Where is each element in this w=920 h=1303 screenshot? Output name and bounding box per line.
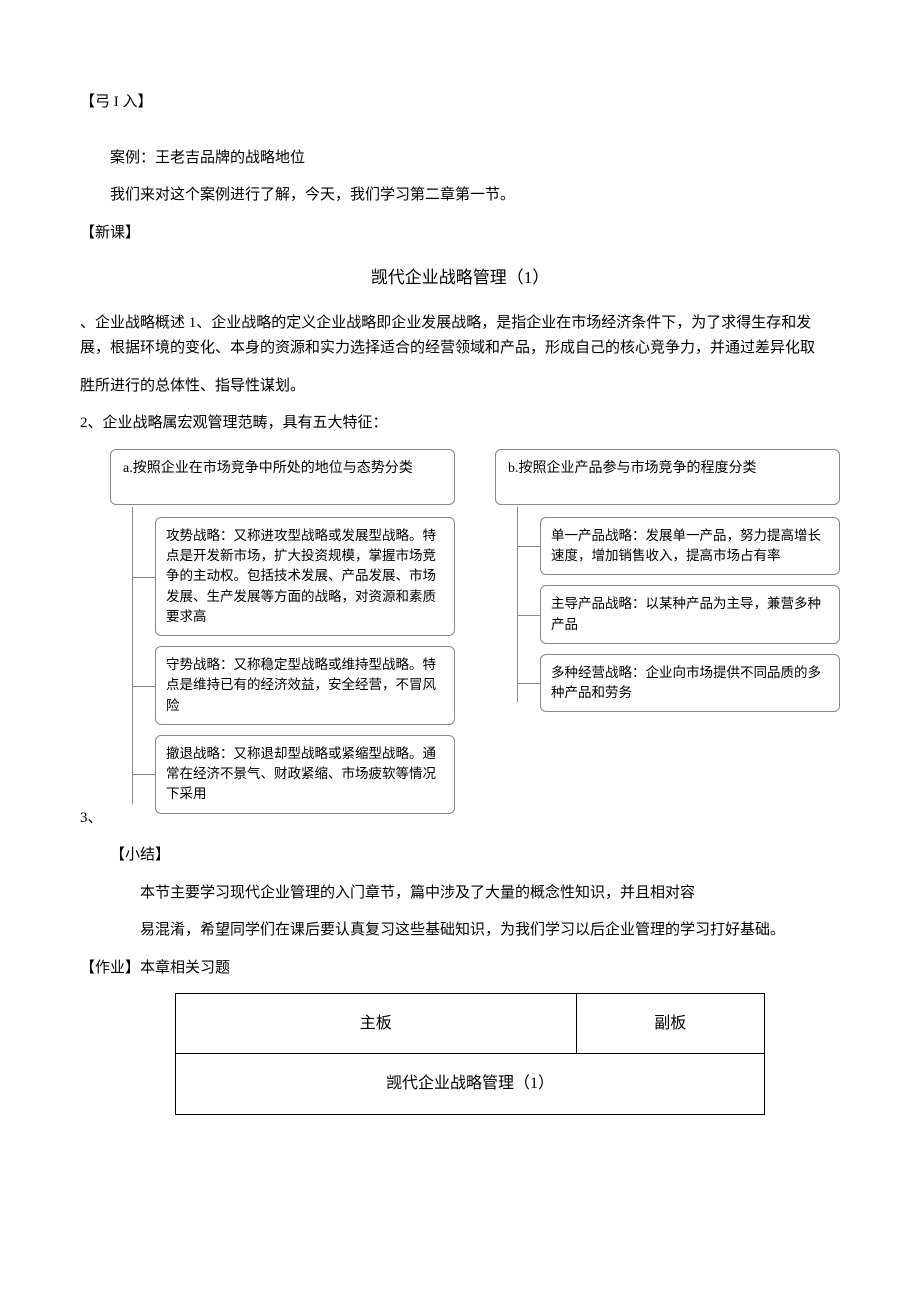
diagram-left-item: 撤退战略：又称退却型战略或紧缩型战略。通常在经济不景气、财政紧缩、市场疲软等情况… xyxy=(155,735,455,814)
diagram-left-item: 攻势战略：又称进攻型战略或发展型战略。特点是开发新市场，扩大投资规模，掌握市场竞… xyxy=(155,517,455,636)
diagram-left-item: 守势战略：又称稳定型战略或维持型战略。特点是维持已有的经济效益，安全经营，不冒风… xyxy=(155,646,455,725)
case-desc: 我们来对这个案例进行了解，今天，我们学习第二章第一节。 xyxy=(80,183,840,209)
lesson-title: 觊代企业战略管理（1） xyxy=(80,264,840,293)
diagram-right-item: 多种经营战略：企业向市场提供不同品质的多种产品和劳务 xyxy=(540,654,840,713)
para-overview: 、企业战略概述 1、企业战略的定义企业战略即企业发展战略，是指企业在市场经济条件… xyxy=(80,311,840,362)
para-continue: 胜所进行的总体性、指导性谋划。 xyxy=(80,374,840,400)
summary-marker: 【小结】 xyxy=(80,843,840,869)
para-features: 2、企业战略属宏观管理范畴，具有五大特征： xyxy=(80,411,840,437)
new-lesson-marker: 【新课】 xyxy=(80,221,840,247)
homework-line: 【作业】本章相关习题 xyxy=(80,956,840,982)
connector-line xyxy=(517,507,518,703)
summary-p1: 本节主要学习现代企业管理的入门章节，篇中涉及了大量的概念性知识，并且相对容 xyxy=(80,881,840,907)
table-row: 觊代企业战略管理（1） xyxy=(176,1054,765,1114)
table-content: 觊代企业战略管理（1） xyxy=(176,1054,765,1114)
diagram-left-header: a.按照企业在市场竞争中所处的地位与态势分类 xyxy=(110,449,455,505)
classification-diagram: a.按照企业在市场竞争中所处的地位与态势分类 攻势战略：又称进攻型战略或发展型战… xyxy=(110,449,840,824)
diagram-right-item: 主导产品战略：以某种产品为主导，兼营多种产品 xyxy=(540,585,840,644)
summary-p2: 易混淆，希望同学们在课后要认真复习这些基础知识，为我们学习以后企业管理的学习打好… xyxy=(80,918,840,944)
diagram-right-column: b.按照企业产品参与市场竞争的程度分类 单一产品战略：发展单一产品，努力提高增长… xyxy=(495,449,840,723)
diagram-right-item: 单一产品战略：发展单一产品，努力提高增长速度，增加销售收入，提高市场占有率 xyxy=(540,517,840,576)
board-table: 主板 副板 觊代企业战略管理（1） xyxy=(175,993,765,1114)
connector-line xyxy=(132,507,133,804)
table-row: 主板 副板 xyxy=(176,994,765,1054)
table-header-main: 主板 xyxy=(176,994,577,1054)
case-line: 案例：王老吉品牌的战略地位 xyxy=(80,146,840,172)
table-header-sub: 副板 xyxy=(576,994,764,1054)
intro-marker: 【弓 I 入】 xyxy=(80,90,840,116)
diagram-right-header: b.按照企业产品参与市场竞争的程度分类 xyxy=(495,449,840,505)
diagram-left-column: a.按照企业在市场竞争中所处的地位与态势分类 攻势战略：又称进攻型战略或发展型战… xyxy=(110,449,455,824)
